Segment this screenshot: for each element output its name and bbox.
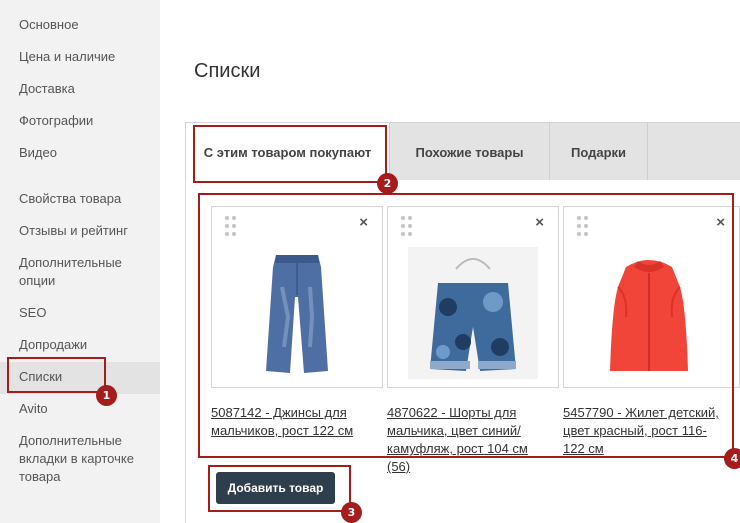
sidebar-item-photos[interactable]: Фотографии <box>0 112 160 130</box>
callout-box-add-button <box>208 465 351 512</box>
tab-similar[interactable]: Похожие товары <box>390 123 550 181</box>
callout-box-products <box>198 193 734 458</box>
sidebar-item-extra-options[interactable]: Дополнительные опции <box>0 254 150 290</box>
tab-label: Подарки <box>570 144 627 160</box>
tab-gifts[interactable]: Подарки <box>550 123 648 181</box>
sidebar-item-video[interactable]: Видео <box>0 144 160 162</box>
sidebar-item-seo[interactable]: SEO <box>0 304 160 322</box>
callout-badge: 3 <box>341 502 362 523</box>
sidebar-item-extra-tabs[interactable]: Дополнительные вкладки в карточке товара <box>0 432 150 486</box>
sidebar-item-properties[interactable]: Свойства товара <box>0 190 160 208</box>
sidebar-item-price[interactable]: Цена и наличие <box>0 48 160 66</box>
callout-box-tab <box>193 125 387 183</box>
callout-badge: 1 <box>96 385 117 406</box>
callout-badge: 2 <box>377 173 398 194</box>
sidebar-item-reviews[interactable]: Отзывы и рейтинг <box>0 222 160 240</box>
callout-badge: 4 <box>724 448 740 469</box>
sidebar-item-main[interactable]: Основное <box>0 16 160 34</box>
callout-box-lists <box>7 357 106 393</box>
sidebar-item-upsells[interactable]: Допродажи <box>0 336 160 354</box>
tab-label: Похожие товары <box>415 144 524 160</box>
sidebar-item-avito[interactable]: Avito <box>0 400 160 418</box>
page-title: Списки <box>194 60 261 82</box>
sidebar-item-delivery[interactable]: Доставка <box>0 80 160 98</box>
sidebar: Основное Цена и наличие Доставка Фотогра… <box>0 0 160 523</box>
